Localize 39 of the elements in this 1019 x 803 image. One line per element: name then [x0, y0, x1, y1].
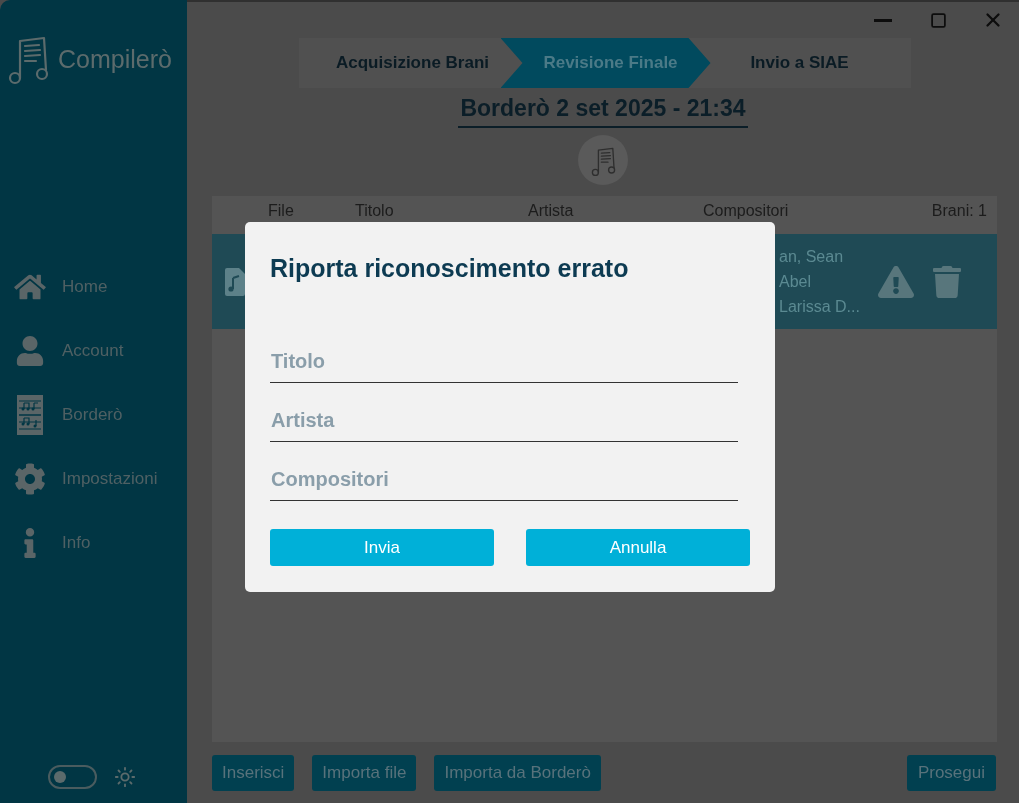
info-icon [24, 528, 36, 558]
maximize-icon [929, 11, 947, 29]
track-count: Brani: 1 [931, 201, 987, 221]
user-icon [16, 336, 44, 366]
minimize-icon [874, 18, 892, 22]
sheet-music-icon [17, 395, 43, 435]
column-header: Titolo [355, 202, 394, 219]
proceed-button[interactable]: Prosegui [906, 754, 996, 791]
column-header: Compositori [703, 202, 789, 219]
nav-item[interactable]: Account [0, 331, 187, 371]
step-tab[interactable]: Invio a SIAE [710, 38, 911, 88]
dialog-button[interactable]: Annulla [526, 529, 750, 566]
music-sheet-icon [578, 135, 628, 185]
dialog-button[interactable]: Invia [270, 529, 494, 566]
nav-item[interactable]: Home [0, 267, 187, 307]
column-header: File [268, 202, 294, 219]
text-field[interactable]: Titolo [270, 340, 738, 383]
app-name: Compilerò [58, 44, 172, 76]
dialog-title: Riporta riconoscimento errato [270, 253, 630, 284]
warning-icon[interactable] [878, 265, 914, 298]
settings-icon [14, 463, 46, 495]
step-tab[interactable]: Acquisizione Brani [298, 38, 501, 88]
nav-item[interactable]: Borderò [0, 395, 187, 435]
theme-toggle[interactable] [48, 765, 97, 789]
text-field[interactable]: Compositori [270, 458, 738, 501]
nav-item[interactable]: Impostazioni [0, 459, 187, 499]
bordero-title: Borderò 2 set 2025 - 21:34 [458, 92, 748, 128]
sun-icon [114, 766, 136, 788]
nav-item[interactable]: Info [0, 523, 187, 563]
table-cell-text: an, Sean Abel Larissa D... [779, 247, 861, 317]
step-tab[interactable]: Revisione Finale [500, 38, 711, 88]
column-header: Artista [528, 202, 574, 219]
music-file-icon [225, 267, 245, 296]
action-button[interactable]: Inserisci [212, 754, 295, 791]
action-button[interactable]: Importa file [312, 754, 417, 791]
text-field[interactable]: Artista [270, 399, 738, 442]
action-button[interactable]: Importa da Borderò [434, 754, 601, 791]
delete-icon[interactable] [933, 264, 961, 299]
home-icon [14, 273, 46, 301]
